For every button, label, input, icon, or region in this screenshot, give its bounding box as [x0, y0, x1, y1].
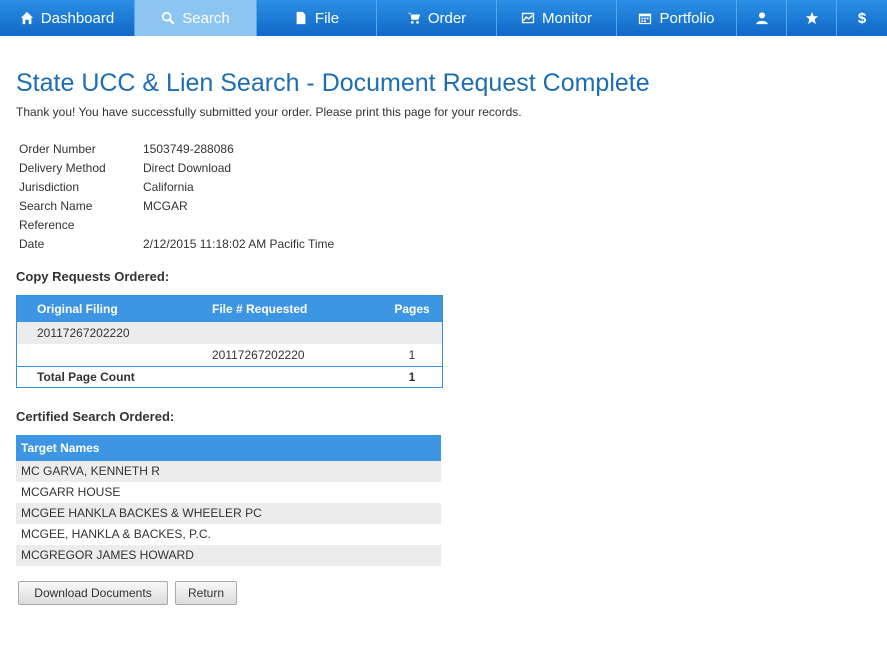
nav-label: Order: [427, 9, 467, 27]
column-header: Pages: [394, 302, 430, 316]
detail-row: Delivery Method Direct Download: [19, 162, 334, 181]
page-subtitle: Thank you! You have successfully submitt…: [16, 105, 522, 119]
detail-label: Jurisdiction: [19, 180, 80, 194]
dollar-icon: $: [857, 9, 867, 27]
search-icon: [161, 11, 175, 25]
total-value: 1: [408, 370, 416, 384]
nav-dashboard[interactable]: Dashboard: [0, 0, 135, 36]
detail-label: Reference: [19, 218, 75, 232]
nav-search[interactable]: Search: [135, 0, 257, 36]
column-header: Original Filing: [37, 302, 118, 316]
nav-monitor[interactable]: Monitor: [497, 0, 617, 36]
top-nav: Dashboard Search File Order Monitor Port…: [0, 0, 887, 36]
page-title: State UCC & Lien Search - Document Reque…: [16, 69, 650, 97]
detail-row: Reference: [19, 219, 334, 238]
total-label: Total Page Count: [37, 370, 135, 384]
table-header: Original Filing File # Requested Pages: [17, 296, 442, 322]
user-icon: [755, 11, 769, 25]
nav-label: Search: [182, 9, 230, 27]
return-button[interactable]: Return: [175, 581, 237, 605]
list-item: MCGEE HANKLA BACKES & WHEELER PC: [16, 503, 441, 524]
detail-value: MCGAR: [143, 199, 188, 213]
detail-value: 2/12/2015 11:18:02 AM Pacific Time: [143, 237, 335, 251]
copy-requests-table: Original Filing File # Requested Pages 2…: [16, 295, 443, 367]
detail-value: Direct Download: [143, 161, 232, 175]
home-icon: [20, 11, 34, 25]
copy-requests-title: Copy Requests Ordered:: [16, 269, 170, 284]
table-header: Target Names: [16, 435, 441, 461]
detail-label: Order Number: [19, 142, 96, 156]
cart-icon: [407, 11, 421, 25]
nav-account[interactable]: [737, 0, 787, 36]
file-icon: [294, 11, 308, 25]
nav-label: Portfolio: [659, 9, 715, 27]
total-page-count-row: Total Page Count 1: [16, 366, 443, 388]
nav-label: Dashboard: [40, 9, 115, 27]
certified-search-title: Certified Search Ordered:: [16, 409, 175, 424]
table-cell: 20117267202220: [212, 348, 305, 362]
list-item: MCGREGOR JAMES HOWARD: [16, 545, 441, 566]
list-item: MC GARVA, KENNETH R: [16, 461, 441, 482]
detail-value: 1503749-288086: [143, 142, 234, 156]
calendar-icon: [638, 11, 652, 25]
detail-label: Delivery Method: [19, 161, 106, 175]
nav-order[interactable]: Order: [377, 0, 497, 36]
table-cell: 20117267202220: [37, 326, 130, 340]
column-header: File # Requested: [212, 302, 308, 316]
detail-row: Search Name MCGAR: [19, 200, 334, 219]
nav-favorites[interactable]: [787, 0, 837, 36]
nav-label: File: [314, 9, 340, 27]
table-cell: 1: [408, 348, 416, 362]
detail-row: Date 2/12/2015 11:18:02 AM Pacific Time: [19, 238, 334, 257]
detail-row: Order Number 1503749-288086: [19, 143, 334, 162]
list-item: MCGEE, HANKLA & BACKES, P.C.: [21, 527, 211, 541]
order-details: Order Number 1503749-288086 Delivery Met…: [19, 143, 334, 257]
download-documents-button[interactable]: Download Documents: [18, 581, 168, 605]
nav-file[interactable]: File: [257, 0, 377, 36]
table-row: 20117267202220: [17, 322, 442, 344]
nav-portfolio[interactable]: Portfolio: [617, 0, 737, 36]
nav-billing[interactable]: $: [837, 0, 887, 36]
detail-label: Search Name: [19, 199, 93, 213]
nav-label: Monitor: [541, 9, 593, 27]
chart-icon: [521, 11, 535, 25]
table-row: 20117267202220 1: [17, 344, 442, 366]
list-item: MCGARR HOUSE: [21, 485, 121, 499]
target-names-table: Target Names MC GARVA, KENNETH R MCGARR …: [16, 435, 441, 566]
star-icon: [805, 11, 819, 25]
detail-value: California: [143, 180, 194, 194]
detail-row: Jurisdiction California: [19, 181, 334, 200]
detail-label: Date: [19, 237, 45, 251]
